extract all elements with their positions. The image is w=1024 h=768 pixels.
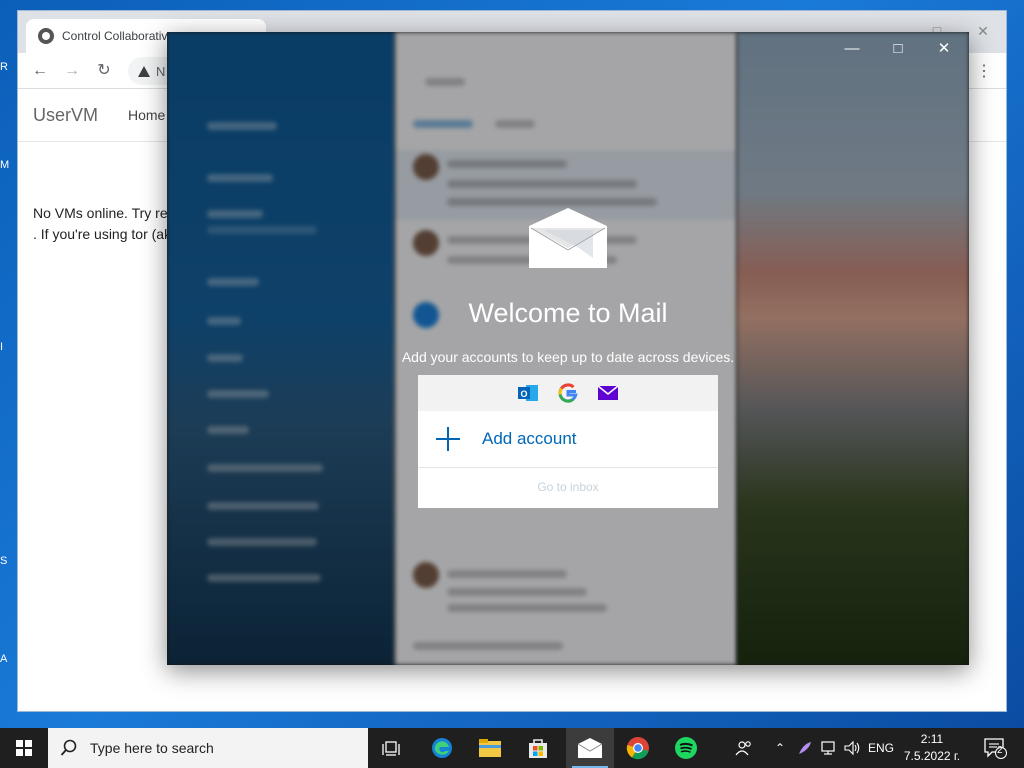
go-to-inbox-button[interactable]: Go to inbox [418, 468, 718, 506]
people-button[interactable] [730, 728, 758, 768]
chrome-taskbar-button[interactable] [614, 728, 662, 768]
status-line-1: No VMs online. Try re [33, 205, 168, 221]
taskbar: Type here to search ⌃ ENG 2:11 7.5.2022 … [0, 728, 1024, 768]
file-explorer-taskbar-button[interactable] [466, 728, 514, 768]
yahoo-mail-icon [597, 385, 619, 400]
speaker-icon [844, 740, 860, 756]
network-tray-button[interactable] [818, 728, 840, 768]
edge-taskbar-button[interactable] [418, 728, 466, 768]
spotify-icon [675, 737, 697, 759]
welcome-title: Welcome to Mail [468, 298, 668, 328]
clock-date: 7.5.2022 г. [903, 749, 961, 763]
mail-envelope-icon [529, 208, 607, 268]
desktop-icon-r[interactable]: R [0, 56, 18, 78]
edge-icon [432, 738, 452, 758]
reload-button[interactable]: ↻ [92, 59, 116, 83]
feather-pen-icon [799, 742, 811, 754]
search-icon [60, 739, 77, 756]
add-account-label: Add account [482, 429, 577, 448]
pen-tray-button[interactable] [794, 728, 816, 768]
desktop-icon-i[interactable]: I [0, 336, 18, 358]
add-account-button[interactable]: Add account [418, 411, 718, 468]
welcome-subtitle: Add your accounts to keep up to date acr… [401, 349, 735, 365]
notification-count: 2 [997, 745, 1003, 756]
show-hidden-icons-button[interactable]: ⌃ [770, 728, 790, 768]
clock-time: 2:11 [920, 732, 944, 746]
address-text: N [156, 63, 166, 79]
file-explorer-icon [479, 739, 501, 757]
mail-taskbar-button[interactable] [566, 728, 614, 768]
mail-icon [577, 738, 603, 758]
network-icon [821, 741, 835, 755]
notification-icon [984, 738, 1007, 759]
desktop-icon-m[interactable]: M [0, 154, 18, 176]
mail-close-button[interactable]: ✕ [921, 38, 967, 60]
plus-icon [436, 427, 460, 451]
not-secure-warning-icon[interactable] [138, 65, 150, 77]
desktop-icon-s[interactable]: S [0, 550, 18, 572]
action-center-button[interactable]: 2 [978, 728, 1012, 768]
mail-maximize-button[interactable]: □ [875, 38, 921, 60]
svg-text:O: O [520, 389, 527, 399]
spotify-taskbar-button[interactable] [662, 728, 710, 768]
mail-minimize-button[interactable]: — [829, 38, 875, 60]
windows-logo-icon [16, 740, 32, 756]
chevron-up-icon: ⌃ [774, 741, 786, 755]
search-placeholder: Type here to search [90, 740, 214, 756]
task-view-button[interactable] [368, 728, 416, 768]
store-icon [529, 739, 547, 758]
site-brand[interactable]: UserVM [33, 105, 98, 126]
taskbar-search-box[interactable]: Type here to search [48, 728, 368, 768]
browser-menu-icon[interactable]: ⋮ [976, 61, 992, 81]
nav-home-link[interactable]: Home [128, 107, 165, 123]
task-view-icon [382, 741, 400, 756]
outlook-icon: O [518, 385, 538, 401]
start-button[interactable] [0, 728, 48, 768]
account-setup-card: O Add account Go to inbox [418, 375, 718, 508]
status-line-2: . If you're using tor (ak [33, 226, 172, 242]
forward-button[interactable]: → [60, 59, 84, 83]
provider-strip: O [418, 375, 718, 411]
taskbar-clock[interactable]: 2:11 7.5.2022 г. [900, 731, 964, 765]
google-icon [558, 383, 578, 403]
chrome-icon [626, 737, 649, 760]
site-favicon-icon [38, 28, 54, 44]
desktop-icon-a[interactable]: A [0, 648, 18, 670]
back-button[interactable]: ← [28, 59, 52, 83]
tab-title: Control Collaborativ [62, 29, 168, 43]
mail-window: — □ ✕ Welcome to Mail Add your accounts … [167, 32, 969, 665]
people-icon [735, 741, 751, 756]
store-taskbar-button[interactable] [514, 728, 562, 768]
site-status-message: No VMs online. Try re . If you're using … [33, 203, 171, 245]
language-indicator[interactable]: ENG [866, 728, 896, 768]
volume-tray-button[interactable] [842, 728, 864, 768]
